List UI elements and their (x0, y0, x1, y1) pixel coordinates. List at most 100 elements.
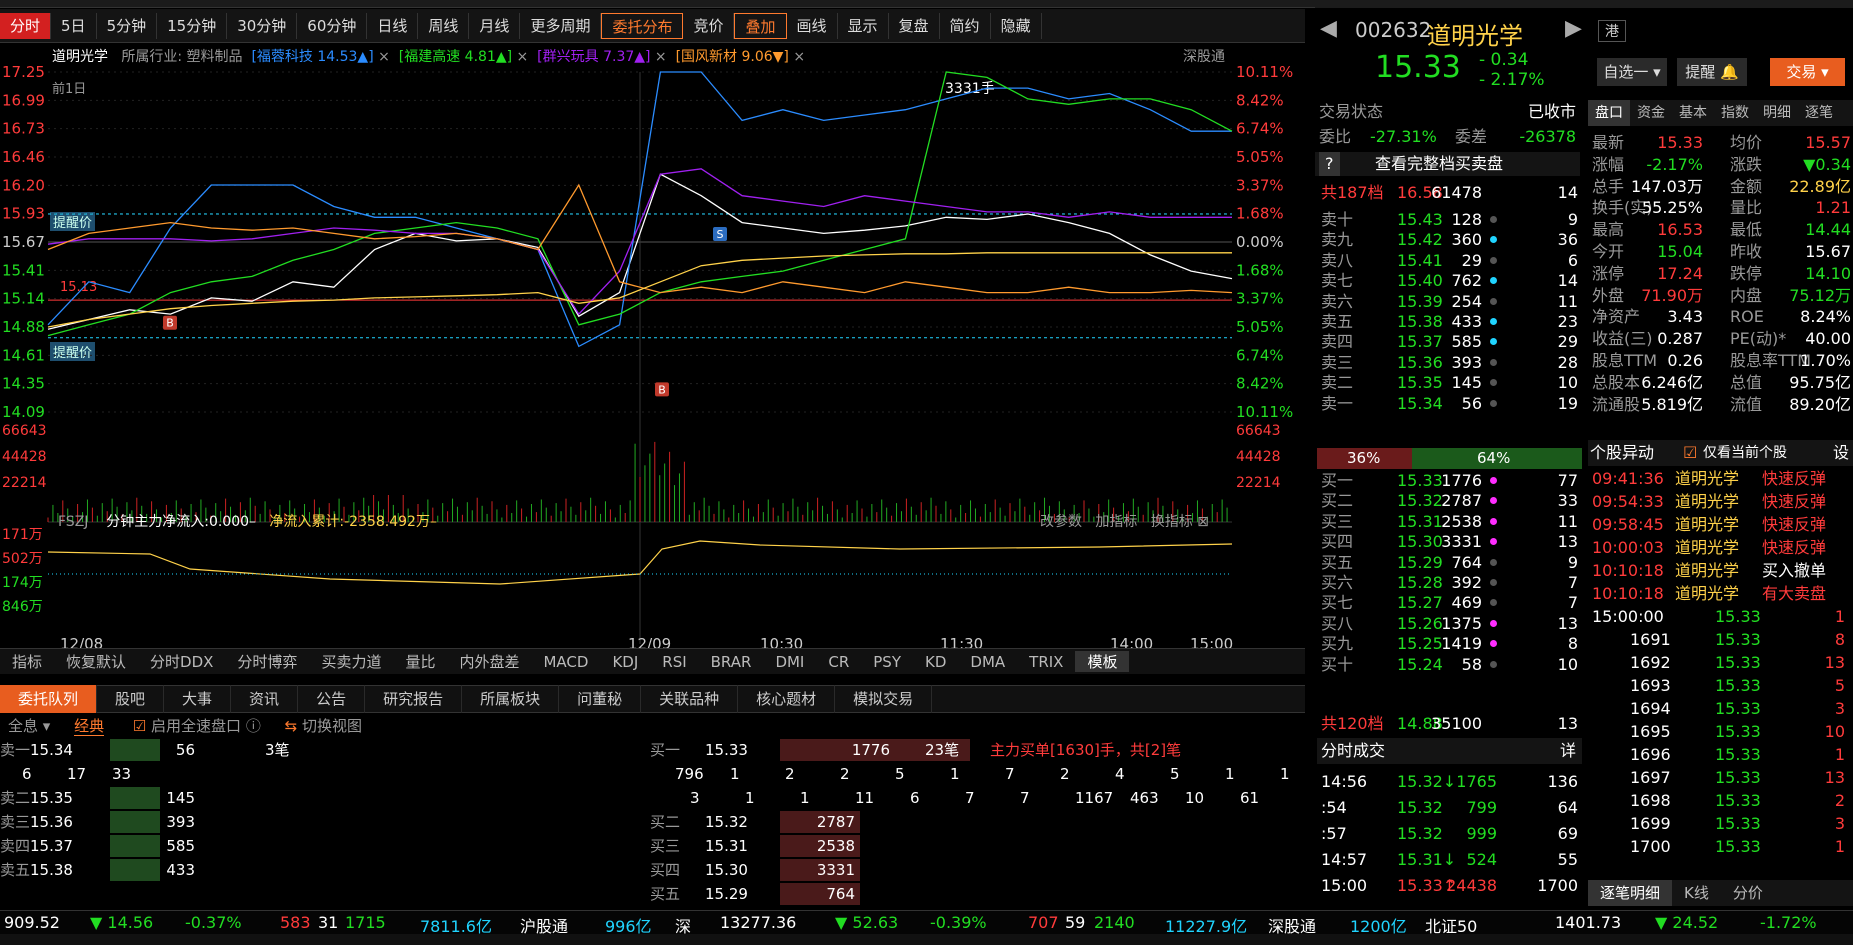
next-stock-icon[interactable]: ▶ (1565, 16, 1582, 41)
bottom-tab[interactable]: 模拟交易 (835, 685, 933, 713)
toolbar-item[interactable]: 竞价 (683, 12, 735, 39)
hk-badge[interactable]: 港 (1598, 20, 1626, 42)
tick-tab[interactable]: 逐笔明细 (1588, 880, 1673, 906)
tick-tab[interactable]: K线 (1672, 880, 1721, 906)
indicator-tab[interactable]: 内外盘差 (447, 651, 531, 672)
bottom-tab[interactable]: 关联品种 (641, 685, 739, 713)
modify-param-button[interactable]: 改参数 (1040, 514, 1082, 530)
remind-button[interactable]: 提醒 🔔 (1677, 58, 1747, 86)
bottom-tab[interactable]: 股吧 (97, 685, 165, 713)
toolbar-item[interactable]: 更多周期 (520, 12, 602, 39)
alert-row[interactable]: 10:10:18 道明光学 有大卖盘 (1590, 583, 1853, 605)
toolbar-item[interactable]: 简约 (940, 12, 991, 39)
toolbar-item[interactable]: 委托分布 (601, 12, 684, 39)
toolbar-item[interactable]: 隐藏 (991, 12, 1042, 39)
tick-tabs: 逐笔明细 K线 分价 (1588, 880, 1853, 906)
indicator-tab[interactable]: 指标 (0, 651, 54, 672)
indicator-tab[interactable]: DMA (958, 653, 1017, 671)
vol-tick-left: 66643 (2, 423, 47, 439)
toolbar-item[interactable]: 5日 (51, 12, 97, 39)
alert-only-checkbox[interactable]: ☑ (1683, 440, 1697, 466)
indicator-tab[interactable]: 买卖力道 (309, 651, 393, 672)
toolbar-item[interactable]: 月线 (469, 12, 521, 39)
quote-tab[interactable]: 明细 (1756, 100, 1798, 126)
indicator-tab[interactable]: CR (816, 653, 861, 671)
orderbook-total-bottom[interactable]: 共120档 14.88 35100 13 (1317, 712, 1582, 735)
tick-row: 1692 15.33 13 (1630, 653, 1845, 672)
quote-tab[interactable]: 逐笔 (1798, 100, 1840, 126)
full-orderbook-link[interactable]: ? 查看完整档买卖盘 (1315, 152, 1580, 176)
fast-checkbox[interactable]: ☑ (133, 717, 146, 735)
toolbar-item[interactable]: 15分钟 (157, 12, 228, 39)
tick-tab[interactable]: 分价 (1721, 880, 1775, 906)
alert-row[interactable]: 10:10:18 道明光学 买入撤单 (1590, 560, 1853, 582)
bottom-tab[interactable]: 大事 (164, 685, 232, 713)
indicator-name[interactable]: FSZJ (58, 514, 88, 530)
trades-detail-button[interactable]: 详 (1560, 738, 1576, 764)
opt-classic[interactable]: 经典 (74, 717, 105, 736)
intraday-chart[interactable]: 道明光学 所属行业: 塑料制品 [福蓉科技 14.53▲] × [福建高速 4.… (0, 44, 1305, 654)
news-scroll[interactable] (0, 934, 1853, 945)
alert-row[interactable]: 09:58:45 道明光学 快速反弹 (1590, 514, 1853, 536)
bottom-tab[interactable]: 问董秘 (559, 685, 642, 713)
opt-fast[interactable]: 启用全速盘口 (151, 717, 241, 735)
opt-switch[interactable]: 切换视图 (302, 717, 362, 735)
close-icon[interactable]: ⊠ (1197, 514, 1209, 530)
bottom-tab[interactable]: 资讯 (231, 685, 299, 713)
prev-stock-icon[interactable]: ◀ (1320, 16, 1337, 41)
indicator-tab[interactable]: BRAR (699, 653, 764, 671)
indicator-tab[interactable]: 模板 (1075, 651, 1130, 672)
toolbar-item[interactable]: 日线 (367, 12, 419, 39)
indicator-tab[interactable]: DMI (763, 653, 816, 671)
queue-buy-row: 买四 15.30 3331 (650, 858, 1050, 882)
opt-all[interactable]: 全息 (8, 717, 38, 735)
indicator-tab[interactable]: KDJ (600, 653, 650, 671)
alert-settings-button[interactable]: 设 (1833, 440, 1849, 466)
change-indicator-button[interactable]: 换指标 (1151, 514, 1193, 530)
alert-row[interactable]: 09:54:33 道明光学 快速反弹 (1590, 491, 1853, 513)
add-indicator-button[interactable]: 加指标 (1095, 514, 1137, 530)
indicator-tab[interactable]: 分时博弈 (225, 651, 309, 672)
quote-row: 涨停 17.24 跌停 14.10 (1592, 263, 1851, 283)
toolbar-item[interactable]: 复盘 (889, 12, 940, 39)
trade-button[interactable]: 交易 ▾ (1770, 58, 1845, 86)
bottom-tab[interactable]: 核心题材 (738, 685, 836, 713)
quote-tab[interactable]: 指数 (1714, 100, 1756, 126)
indicator-tab[interactable]: RSI (650, 653, 698, 671)
toolbar-item[interactable]: 5分钟 (97, 12, 158, 39)
toolbar-item[interactable]: 分时 (0, 12, 52, 39)
bottom-tab[interactable]: 委托队列 (0, 685, 98, 713)
indicator-tab[interactable]: 量比 (393, 651, 447, 672)
toolbar-item[interactable]: 60分钟 (297, 12, 368, 39)
trade-row: :54 15.32 799 64 (1321, 798, 1578, 817)
quote-tab[interactable]: 盘口 (1588, 100, 1630, 126)
price-change: - 0.34 (1479, 50, 1529, 70)
watchlist-button[interactable]: 自选一 ▾ (1597, 58, 1667, 86)
indicator-tab[interactable]: PSY (861, 653, 913, 671)
indicator-tab[interactable]: 恢复默认 (54, 651, 138, 672)
trade-marker-icon: B (163, 315, 177, 330)
fund-tick: 502万 (2, 551, 43, 567)
alert-row[interactable]: 10:00:03 道明光学 快速反弹 (1590, 537, 1853, 559)
toolbar-item[interactable]: 显示 (838, 12, 889, 39)
svg-text:B: B (658, 383, 666, 396)
indicator-tab[interactable]: KD (913, 653, 958, 671)
toolbar-item[interactable]: 画线 (787, 12, 838, 39)
toolbar-item[interactable]: 叠加 (734, 12, 787, 39)
bid-level[interactable]: 买十 15.24 58 10 (1317, 653, 1582, 676)
bottom-tab[interactable]: 所属板块 (462, 685, 560, 713)
ask-level[interactable]: 卖一 15.34 56 19 (1317, 392, 1582, 415)
quote-row: 最新 15.33 均价 15.57 (1592, 133, 1851, 152)
toolbar-item[interactable]: 30分钟 (227, 12, 298, 39)
toolbar-item[interactable]: 周线 (418, 12, 470, 39)
quote-tab[interactable]: 资金 (1630, 100, 1672, 126)
bottom-tab[interactable]: 研究报告 (365, 685, 463, 713)
bottom-tab[interactable]: 公告 (298, 685, 366, 713)
alert-row[interactable]: 09:41:36 道明光学 快速反弹 (1590, 468, 1853, 490)
queue-buy1-row: 买一 15.33 1776 23笔 主力买单[1630]手，共[2]笔 (650, 739, 1182, 761)
indicator-tab[interactable]: MACD (531, 653, 600, 671)
orderbook-total-top[interactable]: 共187档 16.58 61478 14 (1317, 181, 1582, 204)
quote-tab[interactable]: 基本 (1672, 100, 1714, 126)
indicator-tab[interactable]: TRIX (1017, 653, 1075, 671)
indicator-tab[interactable]: 分时DDX (138, 651, 225, 672)
